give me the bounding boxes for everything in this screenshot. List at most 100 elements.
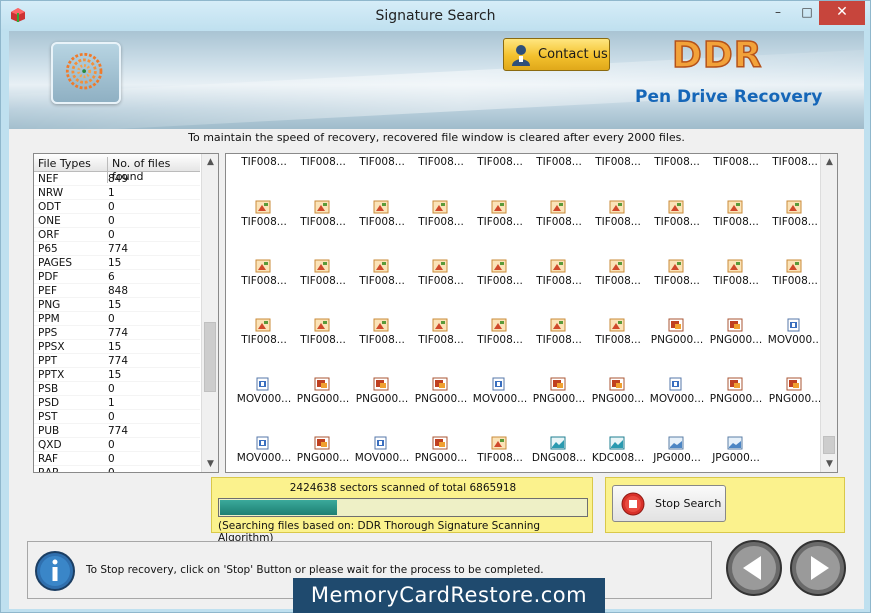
- recovered-file-item[interactable]: MOV000...: [646, 377, 705, 417]
- recovered-file-item[interactable]: TIF008...: [528, 259, 587, 299]
- recovered-file-item[interactable]: KDC008...: [587, 436, 646, 472]
- recovered-file-item[interactable]: TIF008...: [705, 200, 764, 240]
- recovered-file-item[interactable]: TIF008...: [233, 259, 292, 299]
- recovered-file-item[interactable]: TIF008...: [587, 154, 646, 180]
- contact-us-button[interactable]: Contact us: [503, 38, 610, 71]
- recovered-file-item[interactable]: TIF008...: [351, 154, 410, 180]
- scroll-down-arrow[interactable]: ▼: [202, 456, 218, 472]
- table-row[interactable]: PSB 0: [34, 382, 200, 396]
- scroll-down-arrow[interactable]: ▼: [821, 456, 837, 472]
- recovered-file-item[interactable]: TIF008...: [292, 154, 351, 180]
- recovered-file-item[interactable]: TIF008...: [587, 318, 646, 358]
- file-types-scrollbar[interactable]: ▲ ▼: [201, 154, 218, 472]
- table-row[interactable]: PPTX 15: [34, 368, 200, 382]
- recovered-file-item[interactable]: MOV000...: [764, 318, 823, 358]
- table-row[interactable]: PSD 1: [34, 396, 200, 410]
- next-button[interactable]: [789, 539, 847, 597]
- maximize-button[interactable]: □: [792, 1, 822, 25]
- table-row[interactable]: PST 0: [34, 410, 200, 424]
- recovered-file-item[interactable]: PNG000...: [410, 377, 469, 417]
- table-row[interactable]: RAR 0: [34, 466, 200, 472]
- recovered-file-item[interactable]: TIF008...: [233, 154, 292, 180]
- table-row[interactable]: PDF 6: [34, 270, 200, 284]
- recovered-file-item[interactable]: PNG000...: [528, 377, 587, 417]
- scroll-up-arrow[interactable]: ▲: [202, 154, 218, 170]
- recovered-file-item[interactable]: TIF008...: [705, 259, 764, 299]
- recovered-file-item[interactable]: MOV000...: [233, 436, 292, 472]
- table-row[interactable]: NRW 1: [34, 186, 200, 200]
- recovered-file-item[interactable]: TIF008...: [410, 259, 469, 299]
- close-button[interactable]: ✕: [819, 1, 865, 25]
- table-row[interactable]: PPT 774: [34, 354, 200, 368]
- recovered-file-item[interactable]: TIF008...: [292, 318, 351, 358]
- recovered-file-item[interactable]: TIF008...: [705, 154, 764, 180]
- table-row[interactable]: NEF 849: [34, 172, 200, 186]
- recovered-file-item[interactable]: PNG000...: [410, 436, 469, 472]
- table-row[interactable]: PUB 774: [34, 424, 200, 438]
- recovered-file-item[interactable]: TIF008...: [469, 154, 528, 180]
- recovered-file-item[interactable]: TIF008...: [646, 154, 705, 180]
- table-row[interactable]: PAGES 15: [34, 256, 200, 270]
- minimize-button[interactable]: –: [763, 1, 793, 25]
- recovered-files-scrollbar[interactable]: ▲ ▼: [820, 154, 837, 472]
- table-row[interactable]: PPSX 15: [34, 340, 200, 354]
- recovered-file-item[interactable]: TIF008...: [646, 259, 705, 299]
- recovered-file-item[interactable]: TIF008...: [764, 200, 823, 240]
- recovered-file-item[interactable]: TIF008...: [410, 200, 469, 240]
- recovered-file-item[interactable]: MOV000...: [469, 377, 528, 417]
- recovered-file-item[interactable]: TIF008...: [646, 200, 705, 240]
- stop-search-button[interactable]: Stop Search: [612, 485, 726, 522]
- recovered-file-item[interactable]: JPG000...: [646, 436, 705, 472]
- table-row[interactable]: P65 774: [34, 242, 200, 256]
- recovered-file-item[interactable]: TIF008...: [351, 318, 410, 358]
- recovered-file-item[interactable]: TIF008...: [469, 436, 528, 472]
- tif-file-icon: [786, 200, 802, 214]
- recovered-file-item[interactable]: TIF008...: [528, 318, 587, 358]
- recovered-file-item[interactable]: PNG000...: [292, 436, 351, 472]
- recovered-file-item[interactable]: TIF008...: [292, 200, 351, 240]
- recovered-file-item[interactable]: PNG000...: [587, 377, 646, 417]
- recovered-file-item[interactable]: DNG008...: [528, 436, 587, 472]
- recovered-file-item[interactable]: PNG000...: [292, 377, 351, 417]
- scroll-thumb[interactable]: [823, 436, 835, 454]
- file-count-cell: 0: [108, 229, 115, 241]
- recovered-file-item[interactable]: TIF008...: [764, 154, 823, 180]
- table-row[interactable]: PNG 15: [34, 298, 200, 312]
- recovered-file-item[interactable]: TIF008...: [469, 318, 528, 358]
- recovered-file-item[interactable]: TIF008...: [233, 200, 292, 240]
- recovered-file-item[interactable]: TIF008...: [469, 200, 528, 240]
- recovered-file-item[interactable]: TIF008...: [292, 259, 351, 299]
- scroll-up-arrow[interactable]: ▲: [821, 154, 837, 170]
- table-row[interactable]: RAF 0: [34, 452, 200, 466]
- recovered-file-item[interactable]: PNG000...: [705, 318, 764, 358]
- recovered-file-item[interactable]: MOV000...: [233, 377, 292, 417]
- recovered-file-item[interactable]: MOV000...: [351, 436, 410, 472]
- recovered-file-item[interactable]: TIF008...: [528, 200, 587, 240]
- column-header-file-types[interactable]: File Types: [38, 157, 91, 170]
- table-row[interactable]: QXD 0: [34, 438, 200, 452]
- recovered-file-item[interactable]: PNG000...: [764, 377, 823, 417]
- recovered-file-item[interactable]: PNG000...: [646, 318, 705, 358]
- recovered-file-item[interactable]: TIF008...: [351, 259, 410, 299]
- back-button[interactable]: [725, 539, 783, 597]
- recovered-file-item[interactable]: PNG000...: [705, 377, 764, 417]
- recovered-file-item[interactable]: TIF008...: [469, 259, 528, 299]
- recovered-file-item[interactable]: PNG000...: [351, 377, 410, 417]
- recovered-file-item[interactable]: TIF008...: [233, 318, 292, 358]
- recovered-file-item[interactable]: JPG000...: [705, 436, 764, 472]
- table-row[interactable]: PPM 0: [34, 312, 200, 326]
- scroll-thumb[interactable]: [204, 322, 216, 392]
- table-row[interactable]: ONE 0: [34, 214, 200, 228]
- recovered-file-item[interactable]: TIF008...: [587, 200, 646, 240]
- recovered-file-item[interactable]: TIF008...: [410, 154, 469, 180]
- recovered-file-item[interactable]: TIF008...: [410, 318, 469, 358]
- recovered-file-item[interactable]: TIF008...: [587, 259, 646, 299]
- table-row[interactable]: ORF 0: [34, 228, 200, 242]
- recovered-file-item[interactable]: TIF008...: [764, 259, 823, 299]
- table-row[interactable]: ODT 0: [34, 200, 200, 214]
- recovered-file-item[interactable]: TIF008...: [528, 154, 587, 180]
- recovered-file-name: PNG000...: [414, 393, 468, 405]
- table-row[interactable]: PEF 848: [34, 284, 200, 298]
- table-row[interactable]: PPS 774: [34, 326, 200, 340]
- recovered-file-item[interactable]: TIF008...: [351, 200, 410, 240]
